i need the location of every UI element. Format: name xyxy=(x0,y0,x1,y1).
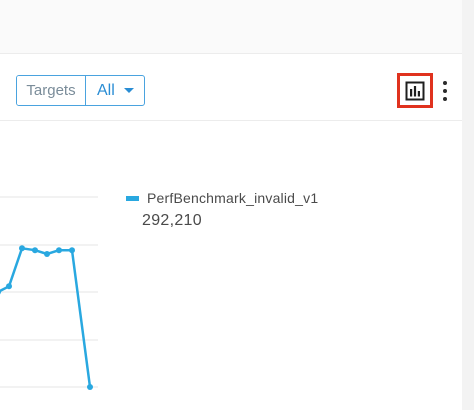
more-vertical-icon xyxy=(443,81,447,85)
more-options-button[interactable] xyxy=(437,78,453,104)
targets-filter-select[interactable]: All xyxy=(86,76,144,105)
more-vertical-icon-dot xyxy=(443,97,447,101)
data-point[interactable] xyxy=(87,384,93,390)
targets-filter-label: Targets xyxy=(17,76,86,105)
header-band xyxy=(0,0,462,54)
data-point[interactable] xyxy=(56,247,62,254)
app-root: Targets All PerfBenchmark_invalid_v1 292… xyxy=(0,0,474,410)
legend-series-name: PerfBenchmark_invalid_v1 xyxy=(147,190,319,206)
data-point[interactable] xyxy=(44,251,50,257)
bar-chart-icon xyxy=(405,81,425,100)
series-line xyxy=(0,247,92,388)
scrollbar-gutter xyxy=(462,0,474,410)
legend-series-value: 292,210 xyxy=(142,212,202,229)
targets-filter-value: All xyxy=(97,81,115,99)
chart-legend: PerfBenchmark_invalid_v1 292,210 xyxy=(126,190,318,230)
targets-filter: Targets All xyxy=(16,75,145,106)
line-chart xyxy=(0,196,98,390)
legend-swatch xyxy=(126,195,139,201)
data-point[interactable] xyxy=(6,283,12,290)
data-point[interactable] xyxy=(19,245,25,252)
chart-panel xyxy=(0,121,462,410)
legend-item[interactable]: PerfBenchmark_invalid_v1 xyxy=(126,190,318,206)
chart-type-button[interactable] xyxy=(397,73,433,108)
data-point[interactable] xyxy=(32,247,38,254)
data-point[interactable] xyxy=(69,247,75,254)
chevron-down-icon xyxy=(123,88,134,93)
more-vertical-icon-dot xyxy=(443,89,447,93)
